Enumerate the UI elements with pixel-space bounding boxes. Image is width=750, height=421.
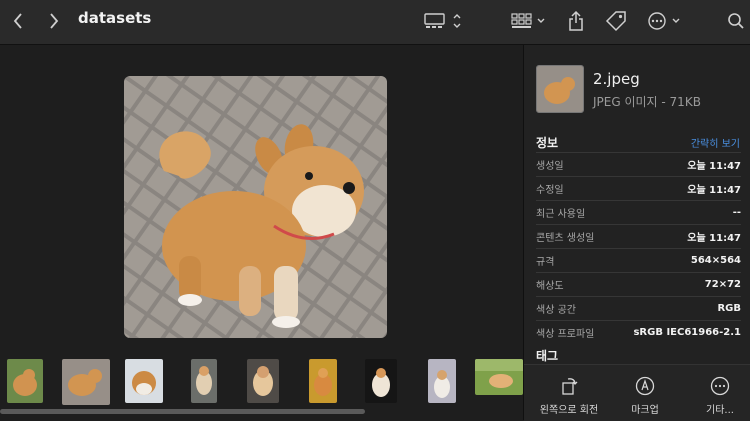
- info-value: RGB: [717, 303, 741, 314]
- info-label: 수정일: [536, 185, 564, 196]
- thumbnail-7[interactable]: [365, 359, 397, 403]
- chevron-left-icon[interactable]: [8, 8, 28, 34]
- ellipsis-circle-icon: [682, 375, 750, 397]
- file-kind: JPEG 이미지 - 71KB: [593, 95, 701, 109]
- markup-icon: [607, 375, 683, 397]
- ellipsis-circle-icon[interactable]: [647, 8, 685, 34]
- info-rows: 생성일 오늘 11:47 수정일 오늘 11:47 최근 사용일 -- 콘텐츠 생성일…: [536, 152, 741, 344]
- info-value: 564×564: [690, 255, 741, 266]
- gallery-view-icon[interactable]: [423, 8, 465, 34]
- more-actions-button[interactable]: 기타...: [682, 375, 750, 416]
- thumbnail-2-selected[interactable]: [62, 359, 110, 405]
- thumbnail-9[interactable]: [475, 359, 523, 395]
- rotate-left-label: 왼쪽으로 회전: [539, 405, 599, 416]
- info-value: 오늘 11:47: [687, 233, 741, 244]
- toolbar: datasets: [0, 0, 750, 45]
- show-less-link[interactable]: 간략히 보기: [691, 135, 740, 150]
- file-thumbnail: [536, 65, 584, 113]
- thumbnail-4[interactable]: [191, 359, 217, 403]
- tags-section-title: 태그: [536, 349, 559, 363]
- thumbnail-1[interactable]: [7, 359, 43, 403]
- info-value: 72×72: [704, 279, 741, 290]
- info-label: 해상도: [536, 281, 564, 292]
- info-label: 색상 공간: [536, 305, 576, 316]
- file-name: 2.jpeg: [593, 70, 640, 88]
- info-row: 생성일 오늘 11:47: [536, 152, 741, 176]
- info-label: 규격: [536, 257, 555, 268]
- info-row: 색상 프로파일 sRGB IEC61966-2.1: [536, 320, 741, 344]
- search-icon[interactable]: [726, 8, 746, 34]
- grid-group-icon[interactable]: [510, 8, 548, 34]
- markup-label: 마크업: [631, 405, 659, 416]
- info-row: 수정일 오늘 11:47: [536, 176, 741, 200]
- info-label: 최근 사용일: [536, 209, 586, 220]
- rotate-left-button[interactable]: 왼쪽으로 회전: [531, 375, 607, 416]
- more-actions-label: 기타...: [706, 405, 734, 416]
- info-label: 콘텐츠 생성일: [536, 233, 595, 244]
- info-value: 오늘 11:47: [687, 185, 741, 196]
- info-row: 콘텐츠 생성일 오늘 11:47: [536, 224, 741, 248]
- quick-actions-bar: 왼쪽으로 회전 마크업 기타...: [524, 364, 750, 421]
- thumbnail-5[interactable]: [247, 359, 279, 403]
- info-row: 해상도 72×72: [536, 272, 741, 296]
- thumbnail-6[interactable]: [309, 359, 337, 403]
- markup-button[interactable]: 마크업: [607, 375, 683, 416]
- window-title: datasets: [78, 9, 152, 27]
- tag-icon[interactable]: [604, 8, 628, 34]
- info-value: sRGB IEC61966-2.1: [633, 327, 741, 338]
- thumbnail-3[interactable]: [125, 359, 163, 403]
- info-section-title: 정보: [536, 136, 559, 150]
- main-photo-dog[interactable]: [124, 76, 387, 338]
- info-value: 오늘 11:47: [687, 161, 741, 172]
- thumbnail-8[interactable]: [428, 359, 456, 403]
- share-icon[interactable]: [565, 8, 587, 34]
- rotate-left-icon: [531, 375, 607, 397]
- info-row: 규격 564×564: [536, 248, 741, 272]
- info-label: 색상 프로파일: [536, 329, 595, 340]
- info-row: 최근 사용일 --: [536, 200, 741, 224]
- preview-area: [0, 45, 523, 420]
- horizontal-scrollbar[interactable]: [0, 409, 365, 414]
- info-label: 생성일: [536, 161, 564, 172]
- info-row: 색상 공간 RGB: [536, 296, 741, 320]
- info-value: --: [732, 207, 741, 218]
- chevron-right-icon[interactable]: [44, 8, 64, 34]
